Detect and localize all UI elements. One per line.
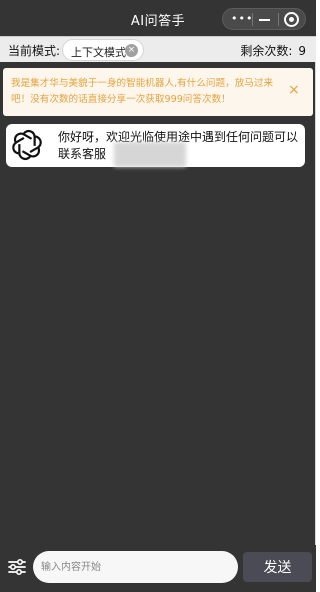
composer-bar: 发送 (0, 545, 316, 592)
capsule-divider (252, 13, 253, 26)
mode-bar: 当前模式: 上下文模式 × 剩余次数: 9 (0, 36, 316, 62)
sliders-icon[interactable] (7, 557, 27, 577)
mode-label: 当前模式: (8, 44, 61, 58)
mini-program-capsule: ••• (222, 8, 306, 30)
capsule-divider (278, 13, 279, 26)
remaining-label: 剩余次数: (240, 44, 293, 58)
remaining-value: 9 (298, 44, 306, 58)
app-screen: AI问答手 ••• 当前模式: 上下文模式 × 剩余次数: 9 我是集才华与美貌于… (0, 0, 316, 592)
minimize-icon[interactable] (259, 19, 270, 21)
notice-text: 我是集才华与美貌于一身的智能机器人,有什么问题，放马过来吧！没有次数的话直接分享… (11, 78, 274, 105)
close-icon[interactable]: × (288, 82, 300, 98)
target-icon[interactable] (284, 12, 299, 27)
notice-banner: 我是集才华与美貌于一身的智能机器人,有什么问题，放马过来吧！没有次数的话直接分享… (3, 68, 313, 116)
mode-chip-label: 上下文模式 (71, 46, 126, 59)
more-icon[interactable]: ••• (231, 13, 252, 25)
clear-icon[interactable]: × (125, 44, 138, 57)
title-bar: AI问答手 ••• (0, 0, 316, 36)
assistant-message: 你好呀，欢迎光临使用途中遇到任何问题可以联系客服 (6, 124, 305, 167)
redaction-blur (114, 142, 186, 167)
remaining-count: 剩余次数: 9 (240, 42, 306, 59)
send-button[interactable]: 发送 (243, 552, 312, 582)
message-input[interactable] (33, 551, 238, 583)
mode-chip[interactable]: 上下文模式 × (62, 39, 144, 61)
openai-logo-icon (12, 129, 42, 161)
